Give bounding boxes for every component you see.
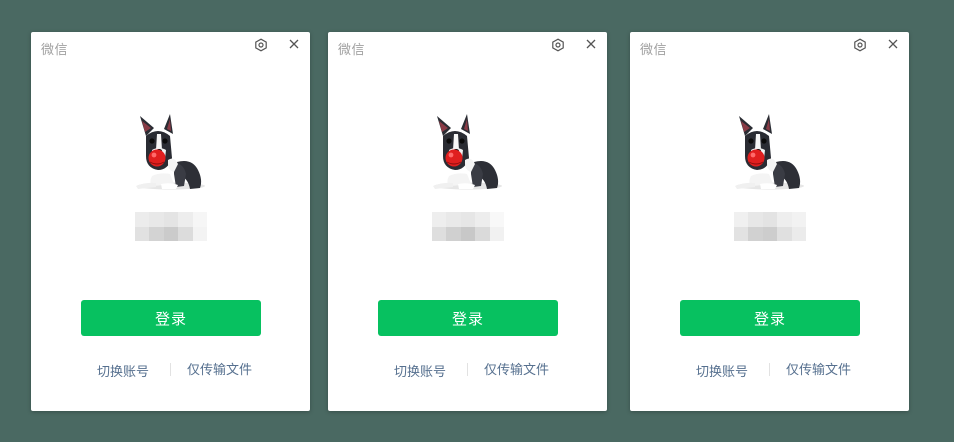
boston-terrier-icon (735, 114, 804, 190)
nickname-mosaic (135, 212, 207, 241)
switch-account-link[interactable]: 切换账号 (696, 361, 748, 380)
avatar (130, 112, 212, 194)
window-title: 微信 (338, 43, 366, 58)
close-icon[interactable] (584, 37, 598, 51)
boston-terrier-icon (136, 114, 205, 190)
nickname-redacted (734, 212, 806, 241)
window-title: 微信 (41, 43, 69, 58)
nickname-redacted (135, 212, 207, 241)
wechat-login-window-1: 微信 登录 切换账号 仅传输文件 (31, 32, 310, 411)
avatar (729, 112, 811, 194)
file-transfer-only-link[interactable]: 仅传输文件 (786, 359, 851, 378)
file-transfer-only-link[interactable]: 仅传输文件 (187, 359, 252, 378)
login-button[interactable]: 登录 (81, 300, 261, 336)
settings-icon[interactable] (853, 38, 867, 52)
file-transfer-only-link[interactable]: 仅传输文件 (484, 359, 549, 378)
link-divider (170, 363, 171, 376)
link-divider (467, 363, 468, 376)
switch-account-link[interactable]: 切换账号 (97, 361, 149, 380)
avatar (427, 112, 509, 194)
link-divider (769, 363, 770, 376)
settings-icon[interactable] (551, 38, 565, 52)
settings-icon[interactable] (254, 38, 268, 52)
close-icon[interactable] (886, 37, 900, 51)
close-icon[interactable] (287, 37, 301, 51)
switch-account-link[interactable]: 切换账号 (394, 361, 446, 380)
login-button[interactable]: 登录 (680, 300, 860, 336)
nickname-mosaic (432, 212, 504, 241)
wechat-login-window-3: 微信 登录 切换账号 仅传输文件 (630, 32, 909, 411)
boston-terrier-icon (433, 114, 502, 190)
nickname-redacted (432, 212, 504, 241)
wechat-login-window-2: 微信 登录 切换账号 仅传输文件 (328, 32, 607, 411)
login-button[interactable]: 登录 (378, 300, 558, 336)
window-title: 微信 (640, 43, 668, 58)
nickname-mosaic (734, 212, 806, 241)
